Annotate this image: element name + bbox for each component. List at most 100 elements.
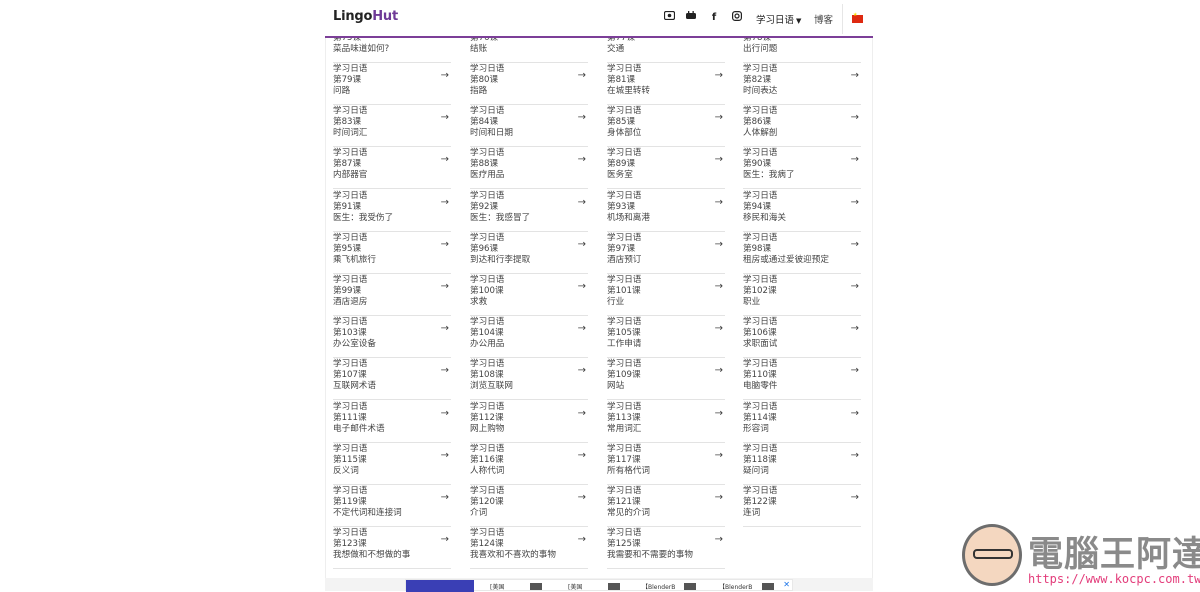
lesson-card[interactable]: 学习日语 第90课 医生：我病了 → — [743, 148, 861, 190]
arrow-right-icon[interactable]: → — [441, 323, 449, 334]
arrow-right-icon[interactable]: → — [715, 239, 723, 250]
arrow-right-icon[interactable]: → — [441, 365, 449, 376]
arrow-right-icon[interactable]: → — [715, 534, 723, 545]
lesson-card[interactable]: 学习日语 第123课 我想做和不想做的事 → — [333, 528, 451, 570]
lesson-card[interactable]: 学习日语 第89课 医务室 → — [607, 148, 725, 190]
arrow-right-icon[interactable]: → — [578, 70, 586, 81]
lesson-card[interactable]: 学习日语 第112课 网上购物 → — [470, 402, 588, 443]
ad-item[interactable]: 【BlenderB — [642, 582, 675, 591]
lesson-card[interactable]: 学习日语 第91课 医生：我受伤了 → — [333, 191, 451, 232]
arrow-right-icon[interactable]: → — [715, 492, 723, 503]
arrow-right-icon[interactable]: → — [441, 239, 449, 250]
lesson-card[interactable]: 学习日语 第118课 疑问词 → — [743, 444, 861, 485]
arrow-right-icon[interactable]: → — [578, 197, 586, 208]
lesson-card[interactable]: 学习日语 第124课 我喜欢和不喜欢的事物 → — [470, 528, 588, 570]
language-menu[interactable]: 学习日语 ▼ — [756, 12, 801, 26]
lesson-card[interactable]: 学习日语 第119课 不定代词和连接词 → — [333, 486, 451, 527]
arrow-right-icon[interactable]: → — [715, 112, 723, 123]
lesson-card[interactable]: 学习日语 第111课 电子邮件术语 → — [333, 402, 451, 443]
lesson-card[interactable]: 学习日语 第102课 职业 → — [743, 275, 861, 316]
lesson-card[interactable]: 学习日语 第97课 酒店预订 → — [607, 233, 725, 274]
blog-link[interactable]: 博客 — [814, 12, 833, 26]
lesson-card[interactable]: 学习日语 第125课 我需要和不需要的事物 → — [607, 528, 725, 570]
arrow-right-icon[interactable]: → — [578, 154, 586, 165]
lesson-card[interactable]: 学习日语 第99课 酒店退房 → — [333, 275, 451, 316]
lesson-card[interactable]: 学习日语 第117课 所有格代词 → — [607, 444, 725, 485]
arrow-right-icon[interactable]: → — [441, 70, 449, 81]
lesson-card[interactable]: 学习日语 第88课 医疗用品 → — [470, 148, 588, 190]
ad-banner[interactable]: [美国 [美国 【BlenderB 【BlenderB ✕ — [405, 579, 793, 592]
arrow-right-icon[interactable]: → — [578, 239, 586, 250]
lesson-card[interactable]: 学习日语 第122课 连词 → — [743, 486, 861, 527]
arrow-right-icon[interactable]: → — [851, 492, 859, 503]
lesson-card[interactable]: 学习日语 第104课 办公用品 → — [470, 317, 588, 359]
youtube-icon[interactable] — [684, 11, 698, 25]
arrow-right-icon[interactable]: → — [578, 365, 586, 376]
lesson-card[interactable]: 学习日语 第115课 反义词 → — [333, 444, 451, 485]
arrow-right-icon[interactable]: → — [851, 450, 859, 461]
lesson-card[interactable]: 学习日语 第82课 时间表达 → — [743, 64, 861, 105]
arrow-right-icon[interactable]: → — [441, 112, 449, 123]
arrow-right-icon[interactable]: → — [851, 408, 859, 419]
arrow-right-icon[interactable]: → — [715, 450, 723, 461]
lesson-card[interactable]: 学习日语 第94课 移民和海关 → — [743, 191, 861, 232]
lesson-card[interactable]: 学习日语 第113课 常用词汇 → — [607, 402, 725, 443]
arrow-right-icon[interactable]: → — [851, 70, 859, 81]
arrow-right-icon[interactable]: → — [578, 408, 586, 419]
lesson-card[interactable]: 学习日语 第107课 互联网术语 → — [333, 359, 451, 401]
lesson-card[interactable]: 学习日语 第95课 乘飞机旅行 → — [333, 233, 451, 274]
instagram-icon[interactable] — [730, 11, 744, 25]
lesson-card[interactable]: 学习日语 第92课 医生：我感冒了 → — [470, 191, 588, 232]
arrow-right-icon[interactable]: → — [851, 281, 859, 292]
lesson-card[interactable]: 学习日语 第96课 到达和行李提取 → — [470, 233, 588, 274]
lesson-card[interactable]: 学习日语 第80课 指路 → — [470, 64, 588, 105]
lesson-card[interactable]: 学习日语 第101课 行业 → — [607, 275, 725, 316]
lesson-card[interactable]: 学习日语 第114课 形容词 → — [743, 402, 861, 443]
lesson-card[interactable]: 学习日语 第106课 求职面试 → — [743, 317, 861, 359]
ad-item[interactable]: 【BlenderB — [719, 582, 752, 591]
video-icon[interactable] — [662, 10, 676, 25]
lesson-card[interactable]: 学习日语 第79课 问路 → — [333, 64, 451, 105]
lesson-card[interactable]: 学习日语 第108课 浏览互联网 → — [470, 359, 588, 401]
arrow-right-icon[interactable]: → — [441, 492, 449, 503]
lingohut-logo[interactable]: LingoHut — [333, 9, 398, 24]
lesson-card[interactable]: 学习日语 第116课 人称代词 → — [470, 444, 588, 485]
close-icon[interactable]: ✕ — [783, 580, 790, 589]
lesson-card[interactable]: 学习日语 第83课 时间词汇 → — [333, 106, 451, 148]
arrow-right-icon[interactable]: → — [578, 281, 586, 292]
arrow-right-icon[interactable]: → — [715, 365, 723, 376]
lesson-card[interactable]: 学习日语 第103课 办公室设备 → — [333, 317, 451, 359]
arrow-right-icon[interactable]: → — [578, 323, 586, 334]
arrow-right-icon[interactable]: → — [715, 70, 723, 81]
arrow-right-icon[interactable]: → — [578, 450, 586, 461]
lesson-card[interactable]: 学习日语 第81课 在城里转转 → — [607, 64, 725, 105]
lesson-card[interactable]: 学习日语 第87课 内部器官 → — [333, 148, 451, 190]
lesson-card[interactable]: 学习日语 第110课 电脑零件 → — [743, 359, 861, 401]
arrow-right-icon[interactable]: → — [578, 492, 586, 503]
lesson-card[interactable]: 学习日语 第86课 人体解剖 → — [743, 106, 861, 148]
arrow-right-icon[interactable]: → — [441, 534, 449, 545]
arrow-right-icon[interactable]: → — [851, 239, 859, 250]
arrow-right-icon[interactable]: → — [715, 154, 723, 165]
lesson-card[interactable]: 学习日语 第98课 租房或通过爱彼迎预定 → — [743, 233, 861, 274]
ad-item[interactable]: [美国 — [490, 582, 504, 591]
facebook-icon[interactable]: f — [707, 11, 721, 25]
lesson-card[interactable]: 学习日语 第100课 求救 → — [470, 275, 588, 316]
lesson-card[interactable]: 学习日语 第93课 机场和离港 → — [607, 191, 725, 232]
lesson-card[interactable]: 学习日语 第120课 介词 → — [470, 486, 588, 527]
arrow-right-icon[interactable]: → — [851, 323, 859, 334]
ad-item[interactable]: [美国 — [568, 582, 582, 591]
lesson-card[interactable]: 学习日语 第105课 工作申请 → — [607, 317, 725, 359]
arrow-right-icon[interactable]: → — [441, 281, 449, 292]
china-flag-icon[interactable] — [852, 12, 863, 23]
arrow-right-icon[interactable]: → — [441, 154, 449, 165]
arrow-right-icon[interactable]: → — [715, 281, 723, 292]
arrow-right-icon[interactable]: → — [441, 450, 449, 461]
lesson-card[interactable]: 学习日语 第109课 网站 → — [607, 359, 725, 401]
arrow-right-icon[interactable]: → — [578, 112, 586, 123]
arrow-right-icon[interactable]: → — [851, 154, 859, 165]
arrow-right-icon[interactable]: → — [715, 197, 723, 208]
arrow-right-icon[interactable]: → — [851, 112, 859, 123]
arrow-right-icon[interactable]: → — [578, 534, 586, 545]
arrow-right-icon[interactable]: → — [851, 365, 859, 376]
